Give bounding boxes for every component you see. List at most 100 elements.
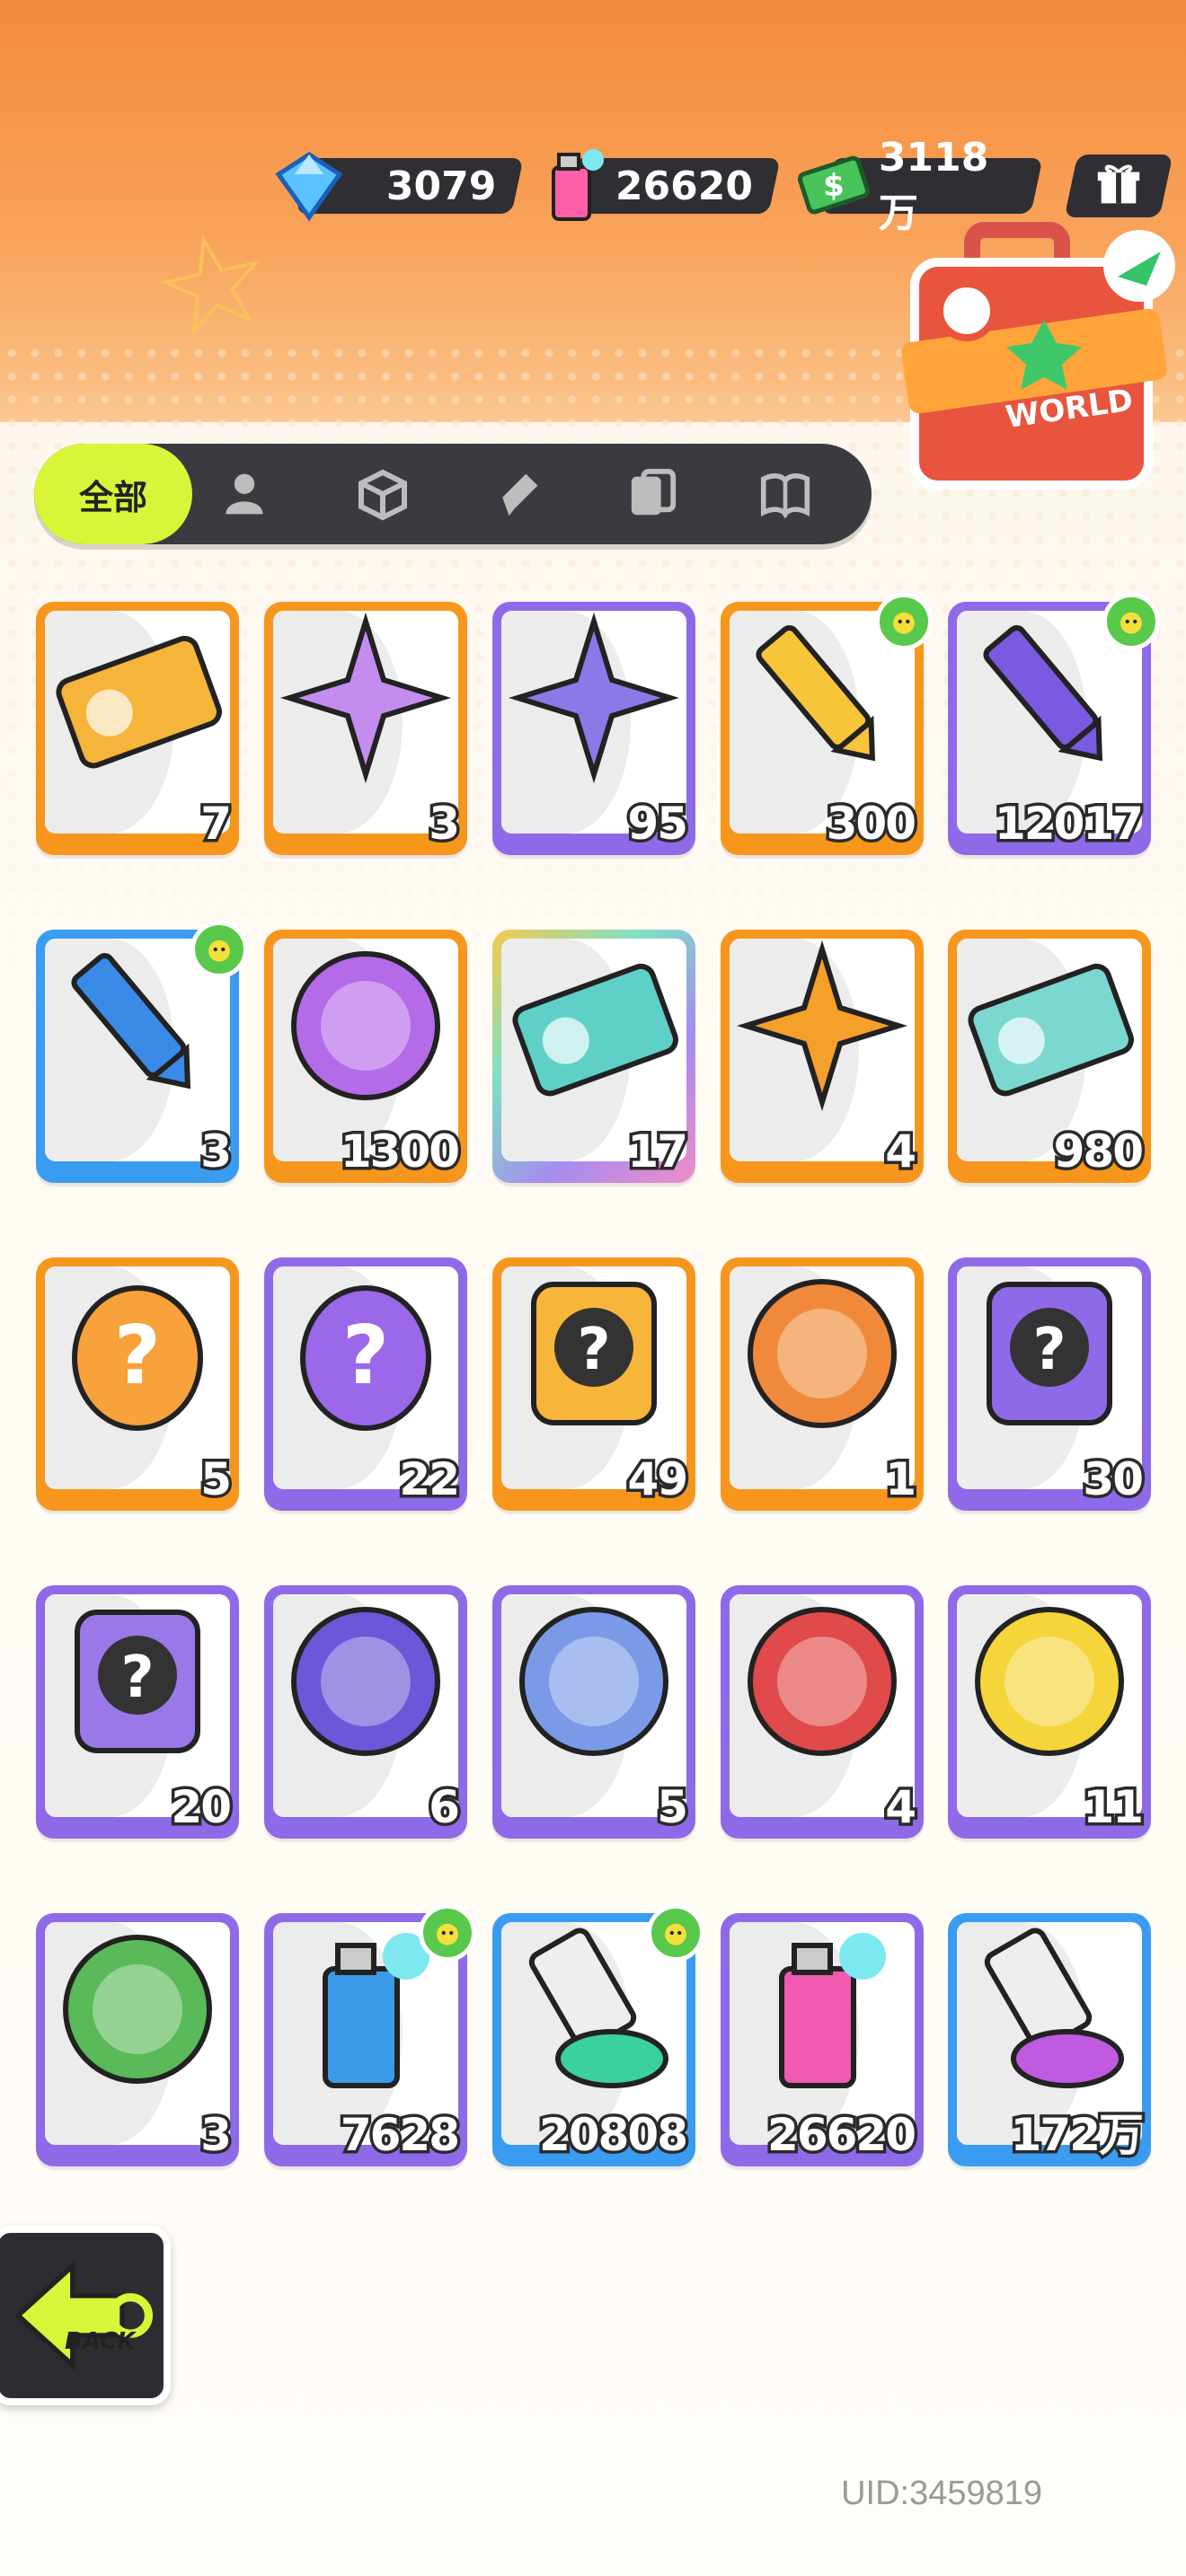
- item-count: 7: [198, 798, 235, 850]
- svg-text:?: ?: [1032, 1317, 1066, 1383]
- spray-pink-icon: [779, 1933, 886, 2088]
- item-card-ticket[interactable]: 7: [36, 602, 239, 855]
- octopus-pet-icon: [748, 1279, 897, 1428]
- purple-mystery-egg-icon: ?: [300, 1285, 431, 1431]
- item-card-rainbow-star[interactable]: 3: [264, 602, 467, 855]
- item-card-bat-pet[interactable]: 6: [264, 1585, 467, 1839]
- new-badge-icon: [190, 921, 248, 978]
- item-card-piranha-pet[interactable]: 4: [721, 1585, 924, 1839]
- item-count: 980: [1050, 1125, 1146, 1178]
- item-count: 5: [198, 1453, 235, 1505]
- item-card-season-ticket[interactable]: 980: [948, 930, 1151, 1183]
- item-count: 300: [823, 798, 919, 850]
- item-card-paint-tube-purple[interactable]: 172万: [948, 1913, 1151, 2166]
- item-card-orange-mystery-egg[interactable]: ? 5: [36, 1257, 239, 1511]
- item-card-cool-badge[interactable]: 1300: [264, 930, 467, 1183]
- deity-mystery-purple-icon: ?: [987, 1282, 1112, 1425]
- item-count: 1: [882, 1453, 920, 1505]
- bat-pet-icon: [291, 1607, 440, 1756]
- new-badge-icon: [419, 1904, 476, 1962]
- item-count: 20808: [536, 2109, 692, 2161]
- item-card-purple-star[interactable]: 95: [492, 602, 695, 855]
- item-count: 49: [624, 1453, 692, 1505]
- item-count: 7628: [337, 2109, 463, 2161]
- item-card-star-badge[interactable]: 4: [721, 930, 924, 1183]
- item-count: 17: [624, 1125, 692, 1178]
- jelly-pet-icon: [975, 1607, 1124, 1756]
- item-card-paint-tube-blue[interactable]: 20808: [492, 1904, 704, 2166]
- plant-pet-icon: [63, 1935, 212, 2084]
- season-ticket-icon: [968, 963, 1134, 1097]
- item-count: 3: [198, 2109, 235, 2161]
- item-card-yellow-crayon[interactable]: 300: [721, 593, 933, 855]
- cool-badge-icon: [291, 951, 440, 1100]
- back-arrow-icon: [13, 2260, 154, 2371]
- travel-card-icon: ?: [75, 1610, 200, 1753]
- back-button[interactable]: BACK: [0, 2226, 171, 2405]
- tab-items[interactable]: [347, 460, 419, 528]
- orange-mystery-egg-icon: ?: [72, 1285, 203, 1431]
- card-icon: [631, 468, 677, 516]
- tab-character[interactable]: [208, 460, 280, 528]
- item-card-lottery-ticket[interactable]: 17: [492, 930, 695, 1183]
- item-card-spray-blue[interactable]: 7628: [264, 1904, 476, 2166]
- fish-pet-icon: [519, 1607, 668, 1756]
- gift-box-button[interactable]: [1064, 154, 1173, 217]
- book-icon: [760, 473, 810, 519]
- paint-tube-purple-icon: [984, 1928, 1124, 2088]
- purple-star-icon: [509, 613, 679, 783]
- item-count: 26620: [765, 2109, 920, 2161]
- tab-all[interactable]: 全部: [34, 444, 192, 544]
- item-card-octopus-pet[interactable]: 1: [721, 1257, 924, 1511]
- tab-cards[interactable]: [616, 460, 688, 528]
- item-card-plant-pet[interactable]: 3: [36, 1913, 239, 2166]
- item-count: 3: [426, 798, 464, 850]
- star-badge-icon: [737, 940, 907, 1111]
- gem-count: 3079: [385, 163, 496, 209]
- item-count: 4: [882, 1125, 920, 1178]
- deity-mystery-orange-icon: ?: [531, 1282, 657, 1425]
- spray-can-icon: [552, 149, 604, 221]
- item-card-blue-crayon[interactable]: 3: [36, 921, 248, 1183]
- paint-currency[interactable]: 26620: [552, 149, 781, 221]
- box-icon: [358, 469, 407, 521]
- tab-books[interactable]: [749, 460, 821, 528]
- item-count: 22: [396, 1453, 464, 1505]
- person-icon: [226, 473, 263, 515]
- item-count: 30: [1080, 1453, 1147, 1505]
- item-count: 6: [426, 1781, 464, 1833]
- svg-text:?: ?: [577, 1317, 610, 1383]
- ticket-icon: [56, 635, 222, 769]
- svg-text:?: ?: [120, 1645, 154, 1711]
- pen-icon: [502, 473, 538, 516]
- category-tab-bar: 全部: [34, 444, 872, 544]
- svg-text:?: ?: [342, 1309, 389, 1403]
- item-count: 172万: [1007, 2109, 1146, 2161]
- paint-count: 26620: [615, 163, 753, 209]
- tab-tools[interactable]: [482, 460, 553, 528]
- item-card-jelly-pet[interactable]: 11: [948, 1585, 1151, 1839]
- world-travel-button[interactable]: WORLD: [891, 212, 1177, 501]
- suitcase-icon: WORLD: [901, 222, 1175, 490]
- item-card-purple-mystery-egg[interactable]: ? 22: [264, 1257, 467, 1511]
- item-card-spray-pink[interactable]: 26620: [721, 1913, 924, 2166]
- item-card-travel-card[interactable]: ? 20: [36, 1585, 239, 1839]
- item-count: 1300: [337, 1125, 463, 1178]
- rainbow-star-icon: [280, 613, 451, 783]
- user-id: UID:3459819: [841, 2475, 1042, 2512]
- gift-box-icon: [1097, 164, 1140, 204]
- item-card-deity-mystery-orange[interactable]: ? 49: [492, 1257, 695, 1511]
- item-count: 11: [1080, 1781, 1147, 1833]
- item-card-fish-pet[interactable]: 5: [492, 1585, 695, 1839]
- cash-currency[interactable]: $ 3118万: [797, 135, 1043, 236]
- item-count: 12017: [992, 798, 1147, 850]
- item-count: 95: [624, 798, 692, 850]
- money-icon: $: [797, 155, 871, 215]
- item-count: 5: [654, 1781, 692, 1833]
- gem-currency[interactable]: 3079: [275, 152, 524, 222]
- item-card-deity-mystery-purple[interactable]: ? 30: [948, 1257, 1151, 1511]
- new-badge-icon: [647, 1904, 704, 1962]
- new-badge-icon: [875, 593, 933, 650]
- item-card-purple-crayon[interactable]: 12017: [948, 593, 1160, 855]
- piranha-pet-icon: [748, 1607, 897, 1756]
